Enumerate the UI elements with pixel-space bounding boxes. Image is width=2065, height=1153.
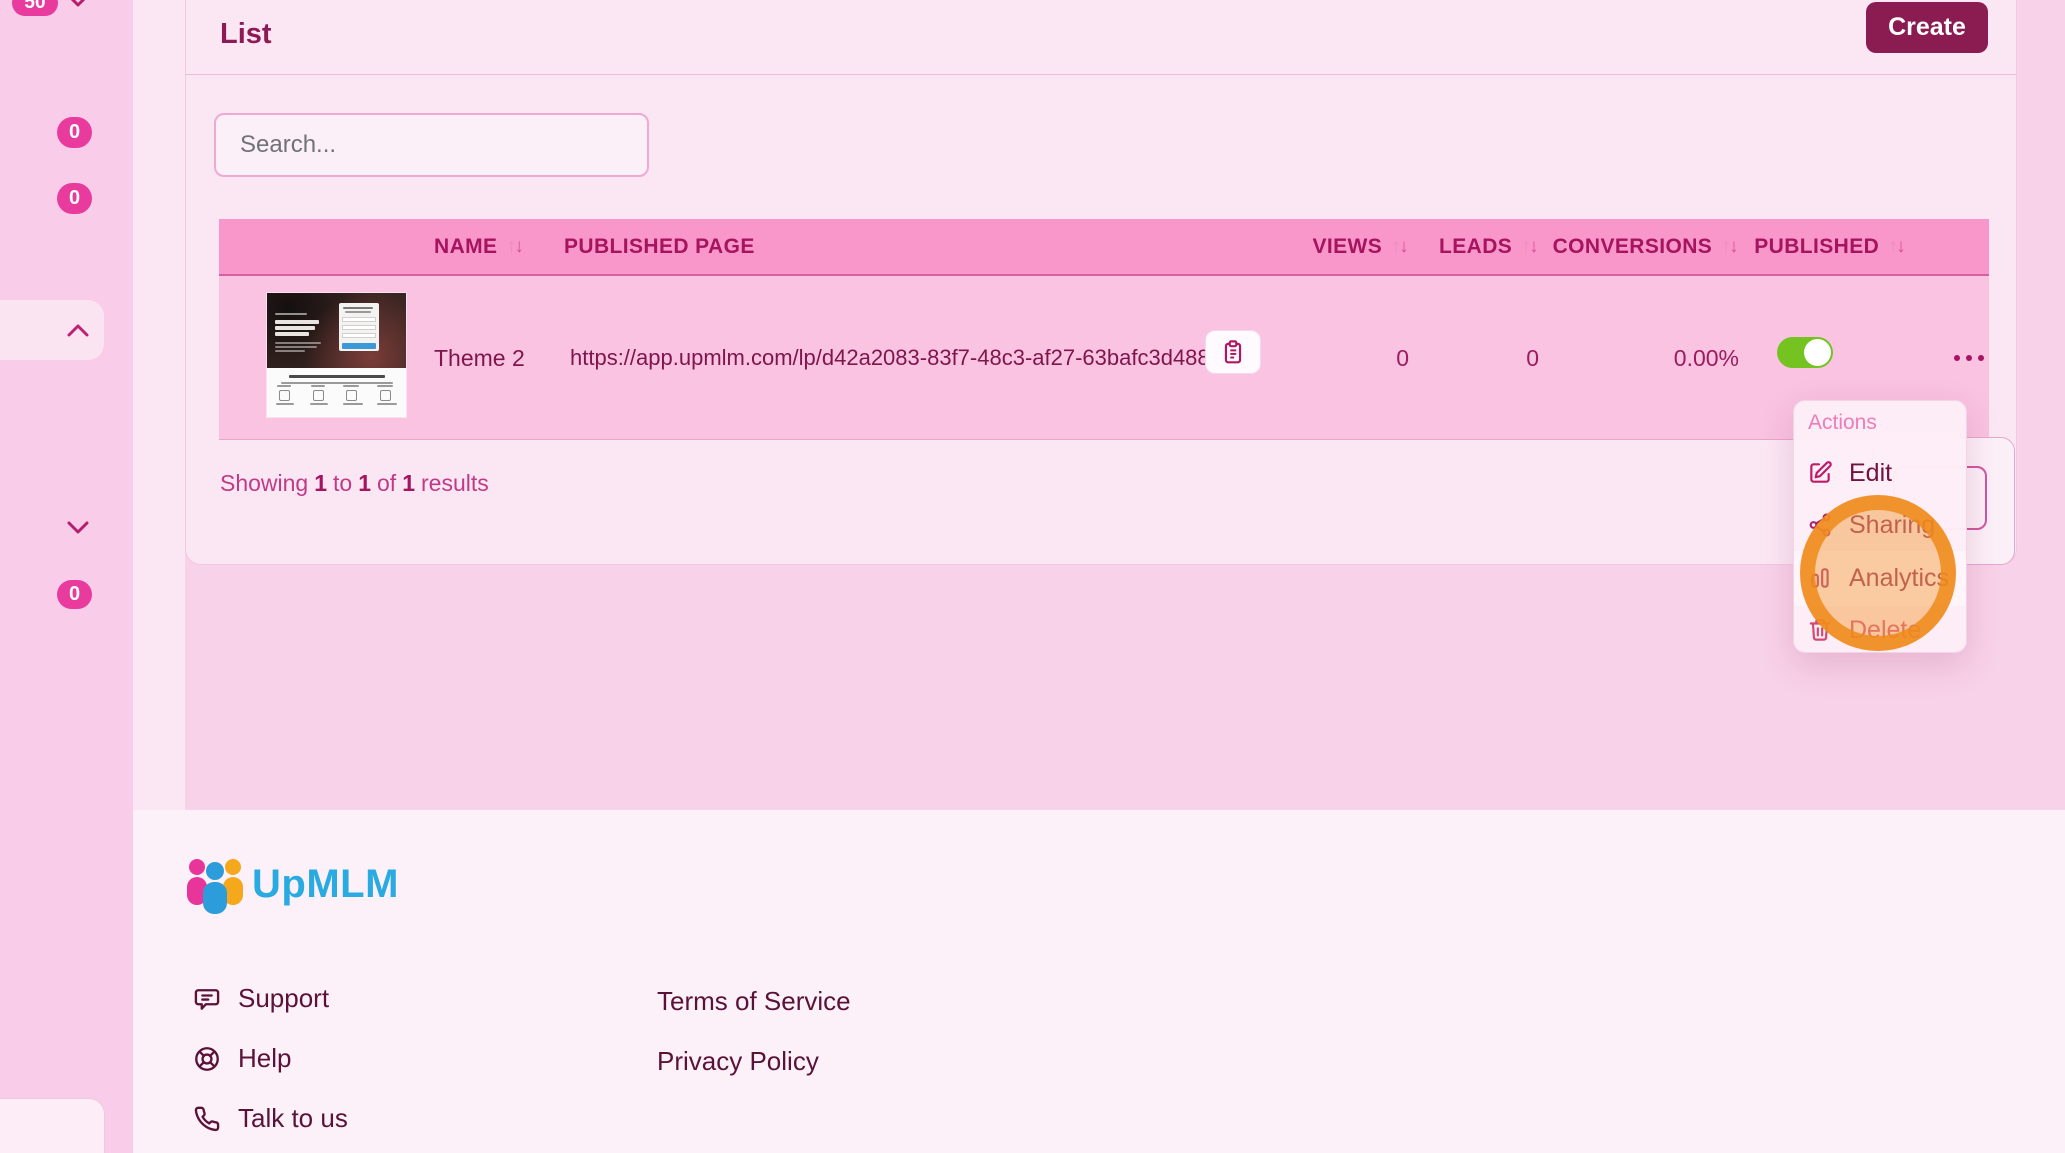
actions-menu-label: Actions — [1808, 411, 1877, 435]
toggle-knob — [1804, 339, 1831, 366]
sort-icon: ↑↓ — [1721, 237, 1739, 256]
sidebar-selected-item[interactable] — [0, 300, 104, 360]
card-header: List Create — [186, 0, 2016, 75]
menu-item-sharing[interactable]: Sharing — [1794, 499, 1968, 551]
column-header-published[interactable]: PUBLISHED ↑↓ — [1759, 219, 1906, 274]
landing-page-thumbnail[interactable] — [267, 293, 406, 417]
sidebar-count-badge-2: 0 — [57, 183, 92, 214]
column-header-conversions[interactable]: CONVERSIONS ↑↓ — [1549, 219, 1739, 274]
sidebar: 50 0 0 0 — [0, 0, 133, 1153]
actions-menu: Actions Edit Sharing Analy — [1793, 400, 1967, 653]
published-toggle[interactable] — [1777, 337, 1833, 368]
sort-icon: ↑↓ — [1521, 237, 1539, 256]
footer-link-privacy[interactable]: Privacy Policy — [657, 1046, 819, 1077]
footer-background — [133, 810, 2065, 1153]
page-title: List — [220, 18, 272, 51]
table-header: NAME ↑↓ PUBLISHED PAGE VIEWS ↑↓ LEADS ↑↓… — [219, 219, 1989, 276]
menu-item-edit[interactable]: Edit — [1794, 447, 1968, 499]
sidebar-count-badge-3: 0 — [57, 580, 92, 609]
menu-item-delete[interactable]: Delete — [1794, 604, 1968, 656]
lifebuoy-icon — [193, 1045, 221, 1073]
app-root: 50 0 0 0 List Create NAME ↑↓ — [0, 0, 2065, 1153]
chat-bubble-icon — [193, 985, 221, 1013]
chevron-up-icon[interactable] — [67, 323, 89, 337]
column-header-name[interactable]: NAME ↑↓ — [434, 219, 524, 274]
footer-link-talk-to-us[interactable]: Talk to us — [193, 1103, 348, 1134]
search-input[interactable] — [214, 113, 649, 177]
analytics-icon — [1807, 565, 1833, 591]
row-conversions: 0.00% — [1549, 276, 1739, 440]
sort-icon: ↑↓ — [1888, 237, 1906, 256]
thumbnail-hero — [267, 293, 406, 368]
upmlm-logo-icon — [183, 855, 247, 915]
content-gutter — [133, 0, 185, 810]
edit-icon — [1807, 460, 1833, 486]
thumbnail-cta-button — [342, 343, 376, 349]
column-header-published-page[interactable]: PUBLISHED PAGE — [564, 219, 755, 274]
phone-icon — [193, 1105, 221, 1133]
footer-link-help[interactable]: Help — [193, 1043, 291, 1074]
sidebar-count-badge-1: 0 — [57, 117, 92, 148]
row-leads: 0 — [1409, 276, 1539, 440]
thumbnail-form — [339, 303, 379, 351]
sort-icon: ↑↓ — [506, 237, 524, 256]
list-card: List Create NAME ↑↓ PUBLISHED PAGE VIEWS… — [185, 0, 2017, 565]
footer-link-terms[interactable]: Terms of Service — [657, 986, 851, 1017]
chevron-down-icon[interactable] — [67, 521, 89, 535]
thumbnail-lower-section — [267, 368, 406, 417]
row-name: Theme 2 — [434, 276, 525, 440]
menu-item-analytics[interactable]: Analytics — [1794, 552, 1968, 604]
column-header-views[interactable]: VIEWS ↑↓ — [1279, 219, 1409, 274]
share-icon — [1807, 512, 1833, 538]
clipboard-icon — [1220, 339, 1246, 365]
row-published-url: https://app.upmlm.com/lp/d42a2083-83f7-4… — [570, 276, 1222, 440]
trash-icon — [1807, 617, 1833, 643]
sort-icon: ↑↓ — [1391, 237, 1409, 256]
row-views: 0 — [1279, 276, 1409, 440]
footer-link-support[interactable]: Support — [193, 983, 329, 1014]
sidebar-count-badge-top: 50 — [12, 0, 58, 16]
create-button[interactable]: Create — [1866, 2, 1988, 53]
copy-url-button[interactable] — [1205, 330, 1261, 374]
column-header-leads[interactable]: LEADS ↑↓ — [1409, 219, 1539, 274]
sidebar-bottom-panel — [0, 1098, 105, 1153]
results-summary: Showing1to1of1results — [220, 470, 495, 497]
table-row: Theme 2 https://app.upmlm.com/lp/d42a208… — [219, 276, 1989, 440]
brand-name: UpMLM — [252, 862, 399, 907]
chevron-down-icon — [66, 0, 90, 8]
